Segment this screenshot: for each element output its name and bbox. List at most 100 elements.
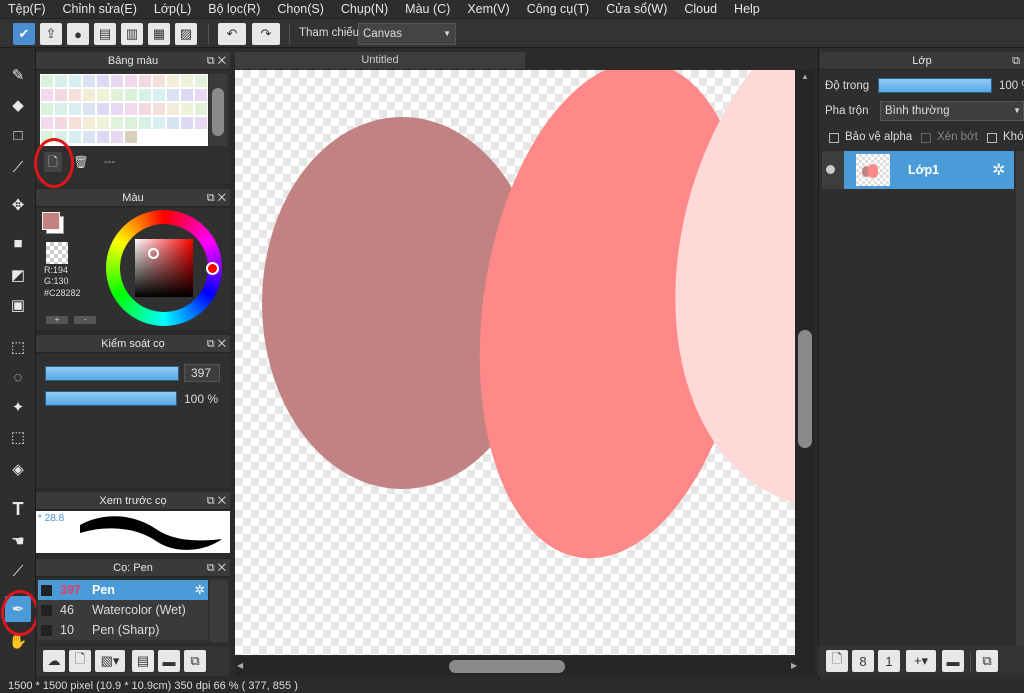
grid-settings-icon[interactable]: ▦: [148, 23, 170, 45]
clipping-checkbox[interactable]: [921, 133, 931, 143]
palette-swatch[interactable]: [69, 103, 81, 115]
palette-swatch[interactable]: [153, 89, 165, 101]
cloud-brush-icon[interactable]: ☁: [43, 650, 65, 672]
smudge-tool-icon[interactable]: ⟋: [5, 558, 31, 584]
palette-scrollbar[interactable]: [209, 74, 227, 146]
panel-dock-icon[interactable]: ⧉: [1012, 52, 1020, 70]
palette-swatch[interactable]: [97, 103, 109, 115]
menu-filter[interactable]: Bộ lọc(R): [208, 2, 260, 16]
brush-item-pen-sharp[interactable]: 10 Pen (Sharp): [38, 620, 208, 640]
reference-dropdown[interactable]: Canvas ▼: [358, 23, 456, 45]
palette-swatch[interactable]: [167, 103, 179, 115]
palette-swatch[interactable]: [125, 117, 137, 129]
shape-tool-icon[interactable]: □: [5, 122, 31, 148]
palette-swatch[interactable]: [83, 103, 95, 115]
menu-tools[interactable]: Công cụ(T): [527, 2, 590, 16]
hue-picker-handle[interactable]: [206, 262, 219, 275]
menu-color[interactable]: Màu (C): [405, 2, 450, 16]
brush-item-pen[interactable]: 397 Pen ✲: [38, 580, 208, 600]
panel-dock-icon[interactable]: ⧉ ✕: [207, 335, 226, 353]
palette-swatch[interactable]: [111, 103, 123, 115]
palette-swatch[interactable]: [97, 131, 109, 143]
remove-color-button[interactable]: -: [74, 316, 96, 324]
palette-swatch[interactable]: [195, 75, 207, 87]
layer-list-scrollbar[interactable]: [1016, 151, 1024, 646]
menu-file[interactable]: Tệp(F): [8, 2, 46, 16]
palette-swatch[interactable]: [55, 103, 67, 115]
canvas-vertical-scrollbar[interactable]: ▲: [795, 70, 815, 657]
operation-tool-icon[interactable]: ☚: [5, 528, 31, 554]
horizontal-scroll-thumb[interactable]: [449, 660, 565, 673]
palette-swatch[interactable]: [167, 75, 179, 87]
eye-icon[interactable]: [826, 165, 835, 174]
duplicate-layer-icon[interactable]: ⧉: [976, 650, 998, 672]
menu-window[interactable]: Cửa sổ(W): [606, 2, 667, 16]
palette-swatch[interactable]: [153, 117, 165, 129]
add-color-button[interactable]: +: [46, 316, 68, 324]
saturation-value-square[interactable]: [135, 239, 193, 297]
panel-dock-icon[interactable]: ⧉ ✕: [207, 492, 226, 510]
vertical-scroll-thumb[interactable]: [798, 330, 812, 448]
brush-opacity-slider[interactable]: [45, 391, 177, 406]
gear-icon[interactable]: ✲: [195, 580, 205, 600]
panel-dock-icon[interactable]: ⧉ ✕: [207, 52, 226, 70]
panel-dock-icon[interactable]: ⧉ ✕: [207, 559, 226, 577]
fill-rect-tool-icon[interactable]: ■: [5, 230, 31, 256]
palette-swatch[interactable]: [195, 89, 207, 101]
palette-swatch[interactable]: [181, 103, 193, 115]
lasso-select-icon[interactable]: ◌: [5, 364, 31, 390]
rect-select-icon[interactable]: ⬚: [5, 334, 31, 360]
palette-swatch[interactable]: [125, 103, 137, 115]
palette-swatch[interactable]: [181, 117, 193, 129]
palette-swatch[interactable]: [97, 89, 109, 101]
hue-ring[interactable]: [106, 210, 222, 326]
scroll-up-icon[interactable]: ▲: [801, 72, 809, 81]
chat-icon[interactable]: ▤: [94, 23, 116, 45]
line-tool-icon[interactable]: ⟋: [5, 154, 31, 180]
layer-row[interactable]: Lớp1 ✲: [822, 151, 1014, 189]
brush-size-slider[interactable]: [45, 366, 179, 381]
blend-mode-dropdown[interactable]: Bình thường ▼: [880, 101, 1024, 121]
add-brush-icon[interactable]: ▧▾: [95, 650, 125, 672]
palette-swatch[interactable]: [83, 75, 95, 87]
palette-swatch[interactable]: [139, 75, 151, 87]
palette-swatch[interactable]: [83, 117, 95, 129]
palette-swatch[interactable]: [111, 89, 123, 101]
palette-swatch[interactable]: [139, 103, 151, 115]
brush-item-watercolor[interactable]: 46 Watercolor (Wet): [38, 600, 208, 620]
palette-swatch-grid[interactable]: [40, 74, 208, 146]
redo-icon[interactable]: ↷: [252, 23, 280, 45]
canvas-tab[interactable]: Untitled: [235, 52, 525, 69]
select-eraser-icon[interactable]: ◈: [5, 456, 31, 482]
select-pen-icon[interactable]: ⬚: [5, 424, 31, 450]
comment-icon[interactable]: ●: [67, 23, 89, 45]
canvas[interactable]: [235, 70, 795, 655]
palette-swatch[interactable]: [69, 131, 81, 143]
undo-icon[interactable]: ↶: [218, 23, 246, 45]
palette-swatch[interactable]: [111, 131, 123, 143]
palette-swatch[interactable]: [111, 75, 123, 87]
palette-scroll-thumb[interactable]: [212, 88, 224, 136]
palette-swatch[interactable]: [111, 117, 123, 129]
palette-swatch[interactable]: [41, 103, 53, 115]
layer-opacity-slider[interactable]: [878, 78, 992, 93]
move-tool-icon[interactable]: ✥: [5, 192, 31, 218]
protect-alpha-checkbox[interactable]: [829, 133, 839, 143]
panel-dock-icon[interactable]: ⧉ ✕: [207, 189, 226, 207]
menu-layer[interactable]: Lớp(L): [154, 2, 191, 16]
palette-swatch[interactable]: [69, 117, 81, 129]
save-cloud-icon[interactable]: ✔: [13, 23, 35, 45]
add-layer-menu-icon[interactable]: +▾: [906, 650, 936, 672]
palette-swatch[interactable]: [139, 89, 151, 101]
new-1bit-layer-icon[interactable]: 1: [878, 650, 900, 672]
lock-checkbox[interactable]: [987, 133, 997, 143]
gradient-tool-icon[interactable]: ▣: [5, 292, 31, 318]
brush-settings-icon[interactable]: ▤: [132, 650, 154, 672]
brush-folder-icon[interactable]: ▬: [158, 650, 180, 672]
palette-swatch[interactable]: [153, 75, 165, 87]
menu-edit[interactable]: Chỉnh sửa(E): [63, 2, 137, 16]
palette-swatch[interactable]: [83, 89, 95, 101]
brush-list-scrollbar[interactable]: [210, 580, 228, 642]
menu-view[interactable]: Xem(V): [467, 2, 509, 16]
palette-swatch[interactable]: [41, 75, 53, 87]
